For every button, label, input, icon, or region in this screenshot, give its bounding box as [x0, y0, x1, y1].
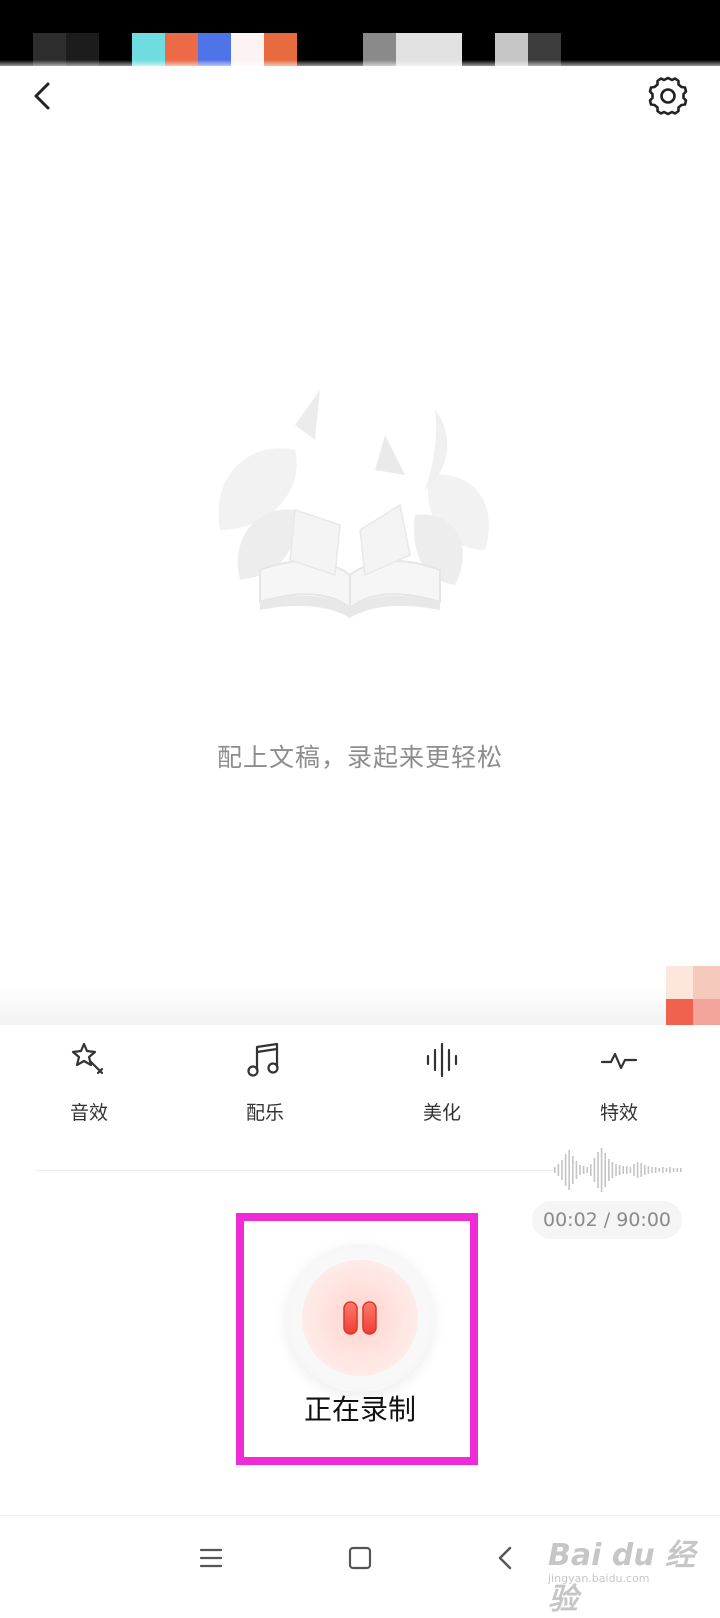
waveform-bar — [629, 1167, 632, 1173]
waveform-bar — [665, 1168, 668, 1172]
baidu-watermark: Bai du 经验 jingyan.baidu.com — [548, 1520, 718, 1617]
waveform-bar — [672, 1168, 675, 1172]
waveform-bar — [644, 1165, 646, 1175]
waveform-bar — [676, 1168, 678, 1172]
sound-bars-icon — [426, 1042, 458, 1078]
top-bar — [0, 66, 720, 126]
waveform-bar — [604, 1153, 606, 1187]
waveform-bar — [600, 1148, 603, 1192]
tool-sound-effects[interactable]: 音效 — [39, 1040, 139, 1125]
back-button[interactable] — [22, 74, 66, 118]
waveform-bar — [669, 1167, 671, 1173]
magic-wand-icon — [71, 1042, 104, 1075]
panel-shadow — [0, 985, 720, 1025]
waveform-bar — [662, 1167, 664, 1173]
tool-label: 配乐 — [245, 1102, 284, 1124]
status-bar — [0, 0, 720, 66]
recording-time: 00:02 / 90:00 — [532, 1201, 682, 1239]
waveform-bar — [608, 1159, 610, 1181]
waveform-bar — [640, 1163, 642, 1177]
waveform-bar — [651, 1167, 653, 1173]
waveform-bar — [582, 1166, 585, 1174]
waveform-bar — [561, 1160, 563, 1180]
tool-label: 美化 — [422, 1102, 461, 1124]
nav-home-button[interactable] — [338, 1536, 382, 1580]
waveform-bar — [593, 1158, 596, 1182]
waveform-bar — [575, 1161, 578, 1179]
waveform-bar — [654, 1167, 657, 1173]
settings-button[interactable] — [644, 72, 692, 120]
waveform-bar — [626, 1166, 628, 1174]
tool-music[interactable]: 配乐 — [215, 1040, 315, 1125]
pause-icon — [343, 1301, 377, 1335]
tool-beautify[interactable]: 美化 — [392, 1040, 492, 1125]
pulse-wave-icon — [600, 1052, 638, 1070]
watermark-url: jingyan.baidu.com — [548, 1572, 650, 1585]
tool-label: 音效 — [69, 1102, 108, 1124]
recording-status-label: 正在录制 — [303, 1393, 416, 1426]
waveform-bar — [597, 1152, 599, 1188]
tool-label: 特效 — [599, 1102, 638, 1124]
waveform-bar — [554, 1167, 556, 1173]
waveform-bar — [633, 1164, 635, 1176]
back-triangle-icon — [498, 1546, 512, 1570]
waveform-bar — [572, 1156, 574, 1184]
home-square-icon — [348, 1546, 372, 1570]
waveform-bar — [615, 1164, 617, 1176]
waveform-bar — [590, 1164, 592, 1176]
waveform-bar — [564, 1154, 567, 1186]
waveform-bar — [579, 1165, 581, 1175]
chevron-left-icon — [34, 82, 50, 110]
music-note-icon — [247, 1042, 279, 1077]
waveform-bar — [680, 1168, 682, 1172]
waveform-bar — [647, 1166, 650, 1174]
nav-menu-button[interactable] — [189, 1536, 233, 1580]
timeline-track — [36, 1170, 556, 1171]
waveform-bar — [586, 1167, 588, 1173]
waveform-bar — [622, 1166, 624, 1174]
waveform-bar — [658, 1168, 660, 1172]
menu-icon — [199, 1548, 223, 1568]
waveform-bar — [618, 1165, 621, 1175]
tool-effects[interactable]: 特效 — [569, 1040, 669, 1125]
waveform-bar — [636, 1162, 639, 1178]
waveform-bar — [611, 1162, 614, 1178]
empty-state-text: 配上文稿，录起来更轻松 — [216, 743, 503, 772]
waveform-bar — [568, 1150, 570, 1190]
audio-waveform — [554, 1148, 682, 1192]
gear-icon — [648, 76, 688, 116]
open-book-illustration — [200, 380, 500, 630]
waveform-bar — [557, 1164, 560, 1176]
nav-back-button[interactable] — [484, 1536, 528, 1580]
